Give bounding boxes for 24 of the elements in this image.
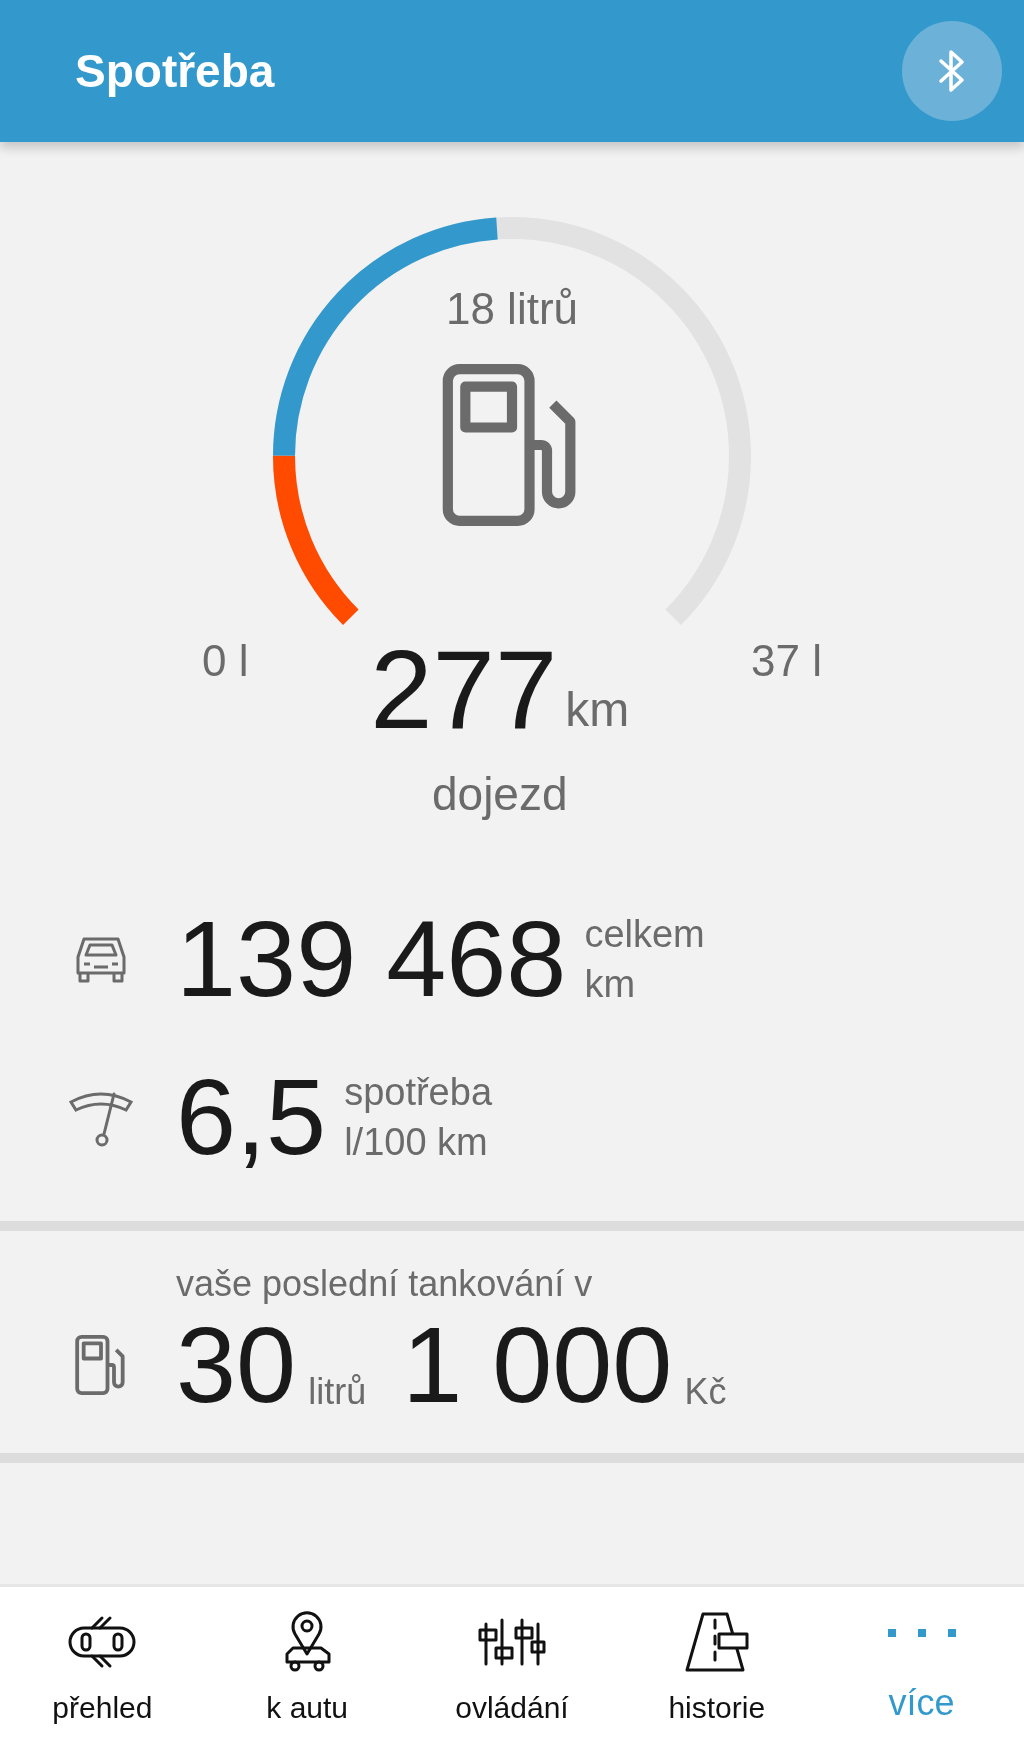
gauge-max-label: 37 l xyxy=(751,635,822,687)
stat-value: 139 468 xyxy=(176,905,567,1013)
nav-tab[interactable]: k autu xyxy=(204,1587,410,1744)
nav-tab[interactable]: přehled xyxy=(0,1587,205,1744)
refuel-price: 1 000 xyxy=(402,1311,673,1419)
stat-value: 6,5 xyxy=(176,1063,327,1171)
gauge-min-label: 0 l xyxy=(202,635,249,687)
nav-tab[interactable]: ovládání xyxy=(409,1587,615,1744)
stat-unit: l/100 km xyxy=(344,1120,489,1165)
fuel-pump-icon xyxy=(75,1334,127,1396)
stat-label: spotřeba xyxy=(344,1070,493,1115)
nav-tab[interactable]: historie xyxy=(614,1587,820,1744)
page-title: Spotřeba xyxy=(75,43,275,99)
fuel-amount: 18 litrů xyxy=(445,283,579,335)
stat-label: celkem xyxy=(584,912,705,957)
range-label: dojezd xyxy=(431,767,568,822)
refuel-caption: vaše poslední tankování v xyxy=(176,1262,594,1306)
bluetooth-icon xyxy=(937,48,967,94)
range-unit: km xyxy=(565,682,630,738)
range-value: 277 xyxy=(370,634,558,746)
refuel-liters-unit: litrů xyxy=(308,1370,367,1414)
refuel-liters: 30 xyxy=(176,1311,297,1419)
stat-unit: km xyxy=(584,962,637,1007)
refuel-price-unit: Kč xyxy=(684,1370,727,1414)
